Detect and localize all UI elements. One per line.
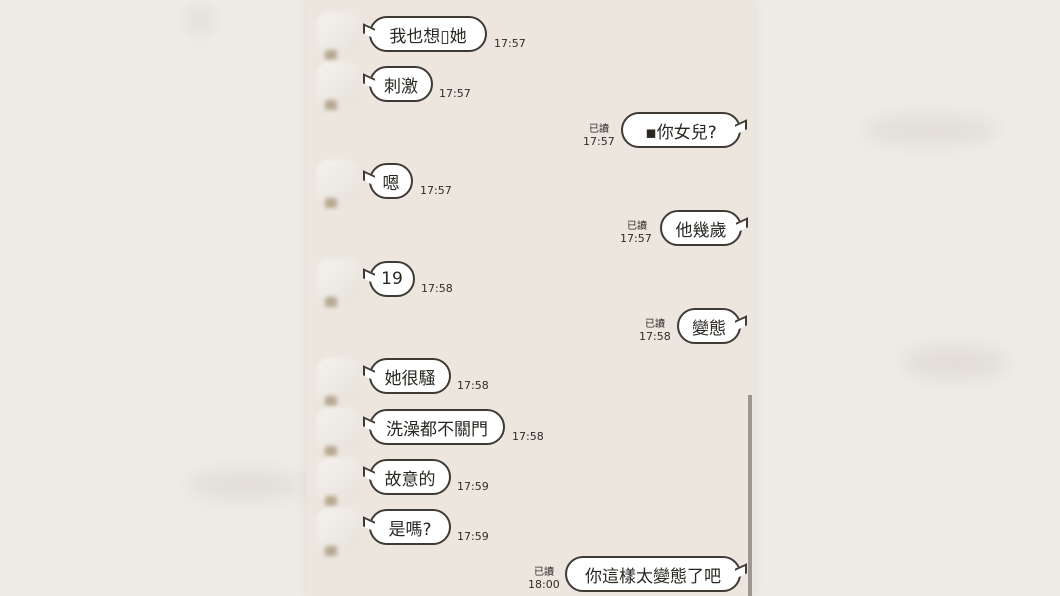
avatar[interactable] bbox=[317, 12, 359, 60]
top-fade bbox=[307, 0, 753, 12]
avatar[interactable] bbox=[317, 458, 359, 506]
avatar[interactable] bbox=[317, 62, 359, 110]
scrollbar[interactable] bbox=[748, 395, 752, 596]
avatar[interactable] bbox=[317, 160, 359, 208]
chat-window[interactable]: 我也想▯她 17:57 刺激 17:57 已讀 17:57 ▪你女兒? 嗯 17… bbox=[307, 0, 753, 596]
message-time: 17:58 bbox=[457, 379, 489, 392]
message-time: 17:57 bbox=[620, 232, 652, 245]
message-time: 17:57 bbox=[583, 135, 615, 148]
message-bubble-outgoing[interactable]: 你這樣太變態了吧 bbox=[565, 556, 741, 592]
message-bubble-outgoing[interactable]: ▪你女兒? bbox=[621, 112, 741, 148]
message-bubble-incoming[interactable]: 她很騷 bbox=[369, 358, 451, 394]
avatar[interactable] bbox=[317, 408, 359, 456]
message-bubble-outgoing[interactable]: 變態 bbox=[677, 308, 741, 344]
message-bubble-outgoing[interactable]: 他幾歲 bbox=[660, 210, 742, 246]
message-time: 18:00 bbox=[528, 578, 560, 591]
background-blur bbox=[900, 345, 1010, 380]
message-bubble-incoming[interactable]: 故意的 bbox=[369, 459, 451, 495]
message-bubble-incoming[interactable]: 我也想▯她 bbox=[369, 16, 487, 52]
message-time: 17:57 bbox=[439, 87, 471, 100]
message-bubble-incoming[interactable]: 嗯 bbox=[369, 163, 413, 199]
message-time: 17:57 bbox=[420, 184, 452, 197]
read-receipt: 已讀 bbox=[534, 567, 554, 578]
message-bubble-incoming[interactable]: 19 bbox=[369, 261, 415, 297]
read-receipt: 已讀 bbox=[627, 221, 647, 232]
message-bubble-incoming[interactable]: 是嗎? bbox=[369, 509, 451, 545]
read-receipt: 已讀 bbox=[589, 124, 609, 135]
message-time: 17:57 bbox=[494, 37, 526, 50]
message-time: 17:58 bbox=[421, 282, 453, 295]
message-time: 17:59 bbox=[457, 530, 489, 543]
avatar[interactable] bbox=[317, 508, 359, 556]
avatar[interactable] bbox=[317, 358, 359, 406]
background-blur bbox=[185, 470, 305, 500]
background-blur bbox=[185, 5, 215, 35]
background-blur bbox=[860, 115, 1000, 145]
message-bubble-incoming[interactable]: 刺激 bbox=[369, 66, 433, 102]
message-time: 17:58 bbox=[512, 430, 544, 443]
message-time: 17:58 bbox=[639, 330, 671, 343]
message-time: 17:59 bbox=[457, 480, 489, 493]
avatar[interactable] bbox=[317, 259, 359, 307]
message-bubble-incoming[interactable]: 洗澡都不關門 bbox=[369, 409, 505, 445]
read-receipt: 已讀 bbox=[645, 319, 665, 330]
